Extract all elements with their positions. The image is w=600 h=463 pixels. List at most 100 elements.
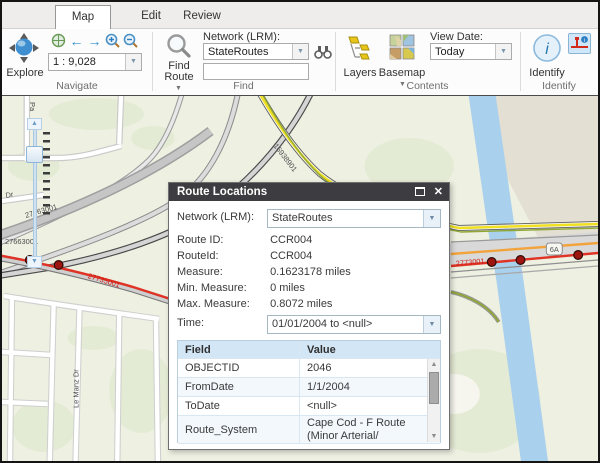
group-label-contents: Contents	[406, 80, 449, 92]
ribbon-tab-bar: Map Edit Review	[2, 2, 598, 29]
slider-down-button[interactable]: ▼	[27, 256, 42, 268]
field-row-min-measure: Min. Measure: 0 miles	[177, 280, 441, 296]
field-value: 0.8072 miles	[270, 298, 333, 310]
street-label-lemanz: Le Manz Dr	[72, 369, 81, 408]
slider-handle[interactable]	[26, 146, 43, 163]
view-date-combo[interactable]: Today ▼	[430, 43, 512, 60]
basemap-icon[interactable]	[389, 34, 415, 60]
cell-field: FromDate	[178, 378, 300, 396]
identify-button[interactable]: Identify	[522, 67, 572, 79]
dialog-body: Network (LRM): StateRoutes ▼ Route ID: C…	[169, 201, 449, 449]
attributes-table: Field Value OBJECTID 2046 FromDate 1/1/2…	[177, 340, 441, 444]
network-lrm-combo[interactable]: StateRoutes ▼	[267, 209, 441, 228]
route-shield-6a: 6A	[545, 242, 563, 256]
forward-arrow-icon[interactable]: →	[86, 33, 103, 50]
table-row[interactable]: ToDate <null>	[178, 397, 440, 416]
find-route-icon[interactable]	[166, 33, 192, 59]
full-extent-icon[interactable]	[50, 33, 67, 50]
application-window: Map Edit Review Explore ← → 1: 9,028 ▼ …	[0, 0, 600, 463]
chevron-down-icon[interactable]: ▼	[125, 54, 141, 70]
layers-icon[interactable]	[346, 34, 374, 62]
field-value: 0 miles	[270, 282, 305, 294]
tab-edit[interactable]: Edit	[127, 5, 175, 29]
identify-icon[interactable]: i	[531, 32, 563, 64]
field-value: CCR004	[270, 234, 313, 246]
map-range-slider[interactable]: ▲ ▼	[24, 118, 50, 268]
maximize-icon[interactable]	[415, 187, 425, 196]
field-row-measure: Measure: 0.1623178 miles	[177, 264, 441, 280]
field-label-network: Network (LRM):	[177, 211, 255, 223]
cell-field: OBJECTID	[178, 359, 300, 377]
identify-route-icon: i	[571, 36, 588, 48]
chevron-down-icon[interactable]: ▼	[423, 210, 440, 227]
tab-review[interactable]: Review	[175, 5, 229, 29]
ribbon: Explore ← → 1 : 9,028 ▼ Navigate Find Ro…	[2, 29, 598, 95]
field-label-time: Time:	[177, 317, 205, 329]
chevron-down-icon[interactable]: ▼	[495, 44, 511, 59]
explore-button[interactable]: Explore	[2, 67, 48, 79]
scroll-up-icon[interactable]: ▲	[428, 359, 440, 370]
layers-button[interactable]: Layers	[338, 67, 382, 79]
field-label: Measure:	[177, 266, 223, 278]
zoom-out-icon[interactable]	[122, 33, 139, 50]
basemap-button[interactable]: Basemap	[378, 67, 426, 79]
column-header-field[interactable]: Field	[178, 341, 300, 358]
column-header-value[interactable]: Value	[300, 341, 428, 358]
dialog-title-bar[interactable]: Route Locations ✕	[169, 183, 449, 201]
table-header-row: Field Value	[178, 341, 440, 359]
group-label-identify: Identify	[542, 80, 576, 92]
street-label-pa: Pa	[28, 102, 37, 112]
binoculars-icon[interactable]	[314, 44, 332, 60]
zoom-in-icon[interactable]	[104, 33, 121, 50]
chevron-down-icon[interactable]: ▼	[292, 44, 308, 59]
network-combo[interactable]: StateRoutes ▼	[203, 43, 309, 60]
field-row-route-id: Route ID: CCR004	[177, 232, 441, 248]
map-view[interactable]: 6A 16938901 27663001 27663001 Pa Dr Le M…	[2, 95, 598, 461]
cell-value: <null>	[307, 400, 337, 412]
network-lrm-label: Network (LRM):	[203, 31, 281, 43]
cell-value: Cape Cod - F Route (Minor Arterial/ Coll…	[307, 417, 406, 442]
route-locations-dialog: Route Locations ✕ Network (LRM): StateRo…	[168, 182, 450, 450]
group-label-navigate: Navigate	[56, 80, 98, 92]
table-row[interactable]: FromDate 1/1/2004	[178, 378, 440, 397]
svg-text:i: i	[545, 41, 549, 58]
group-label-find: Find	[233, 80, 254, 92]
tab-map[interactable]: Map	[55, 5, 111, 29]
scroll-thumb[interactable]	[429, 372, 439, 404]
dialog-title: Route Locations	[177, 186, 268, 198]
scale-combo[interactable]: 1 : 9,028 ▼	[48, 53, 142, 71]
cell-field: Route_System	[178, 416, 300, 443]
close-icon[interactable]: ✕	[434, 184, 443, 200]
network-value: StateRoutes	[208, 46, 269, 58]
field-label: RouteId:	[177, 250, 219, 262]
back-arrow-icon[interactable]: ←	[68, 33, 85, 50]
svg-text:6A: 6A	[550, 245, 559, 254]
table-row[interactable]: Route_System Cape Cod - F Route (Minor A…	[178, 416, 440, 444]
cell-field: ToDate	[178, 397, 300, 415]
scroll-down-icon[interactable]: ▼	[428, 431, 440, 442]
chevron-down-icon[interactable]: ▼	[423, 316, 440, 333]
identify-route-locations-tool[interactable]: i	[568, 33, 591, 54]
slider-up-button[interactable]: ▲	[27, 118, 42, 130]
field-value: 0.1623178 miles	[270, 266, 351, 278]
table-row[interactable]: OBJECTID 2046	[178, 359, 440, 378]
field-label: Min. Measure:	[177, 282, 247, 294]
scale-value: 1 : 9,028	[53, 56, 96, 68]
table-scrollbar[interactable]: ▲ ▼	[427, 359, 440, 442]
field-label: Route ID:	[177, 234, 224, 246]
cell-value: 1/1/2004	[307, 381, 350, 393]
time-value: 01/01/2004 to <null>	[272, 318, 373, 330]
field-row-routeid: RouteId: CCR004	[177, 248, 441, 264]
field-label: Max. Measure:	[177, 298, 250, 310]
view-date-label: View Date:	[430, 31, 483, 43]
explore-icon[interactable]	[8, 32, 40, 64]
slider-ticks	[43, 132, 50, 220]
time-combo[interactable]: 01/01/2004 to <null> ▼	[267, 315, 441, 334]
field-row-max-measure: Max. Measure: 0.8072 miles	[177, 296, 441, 312]
view-date-value: Today	[435, 46, 465, 58]
field-value: CCR004	[270, 250, 313, 262]
cell-value: 2046	[307, 362, 332, 374]
network-lrm-value: StateRoutes	[272, 212, 333, 224]
route-input[interactable]	[203, 63, 309, 80]
svg-text:i: i	[584, 38, 585, 44]
